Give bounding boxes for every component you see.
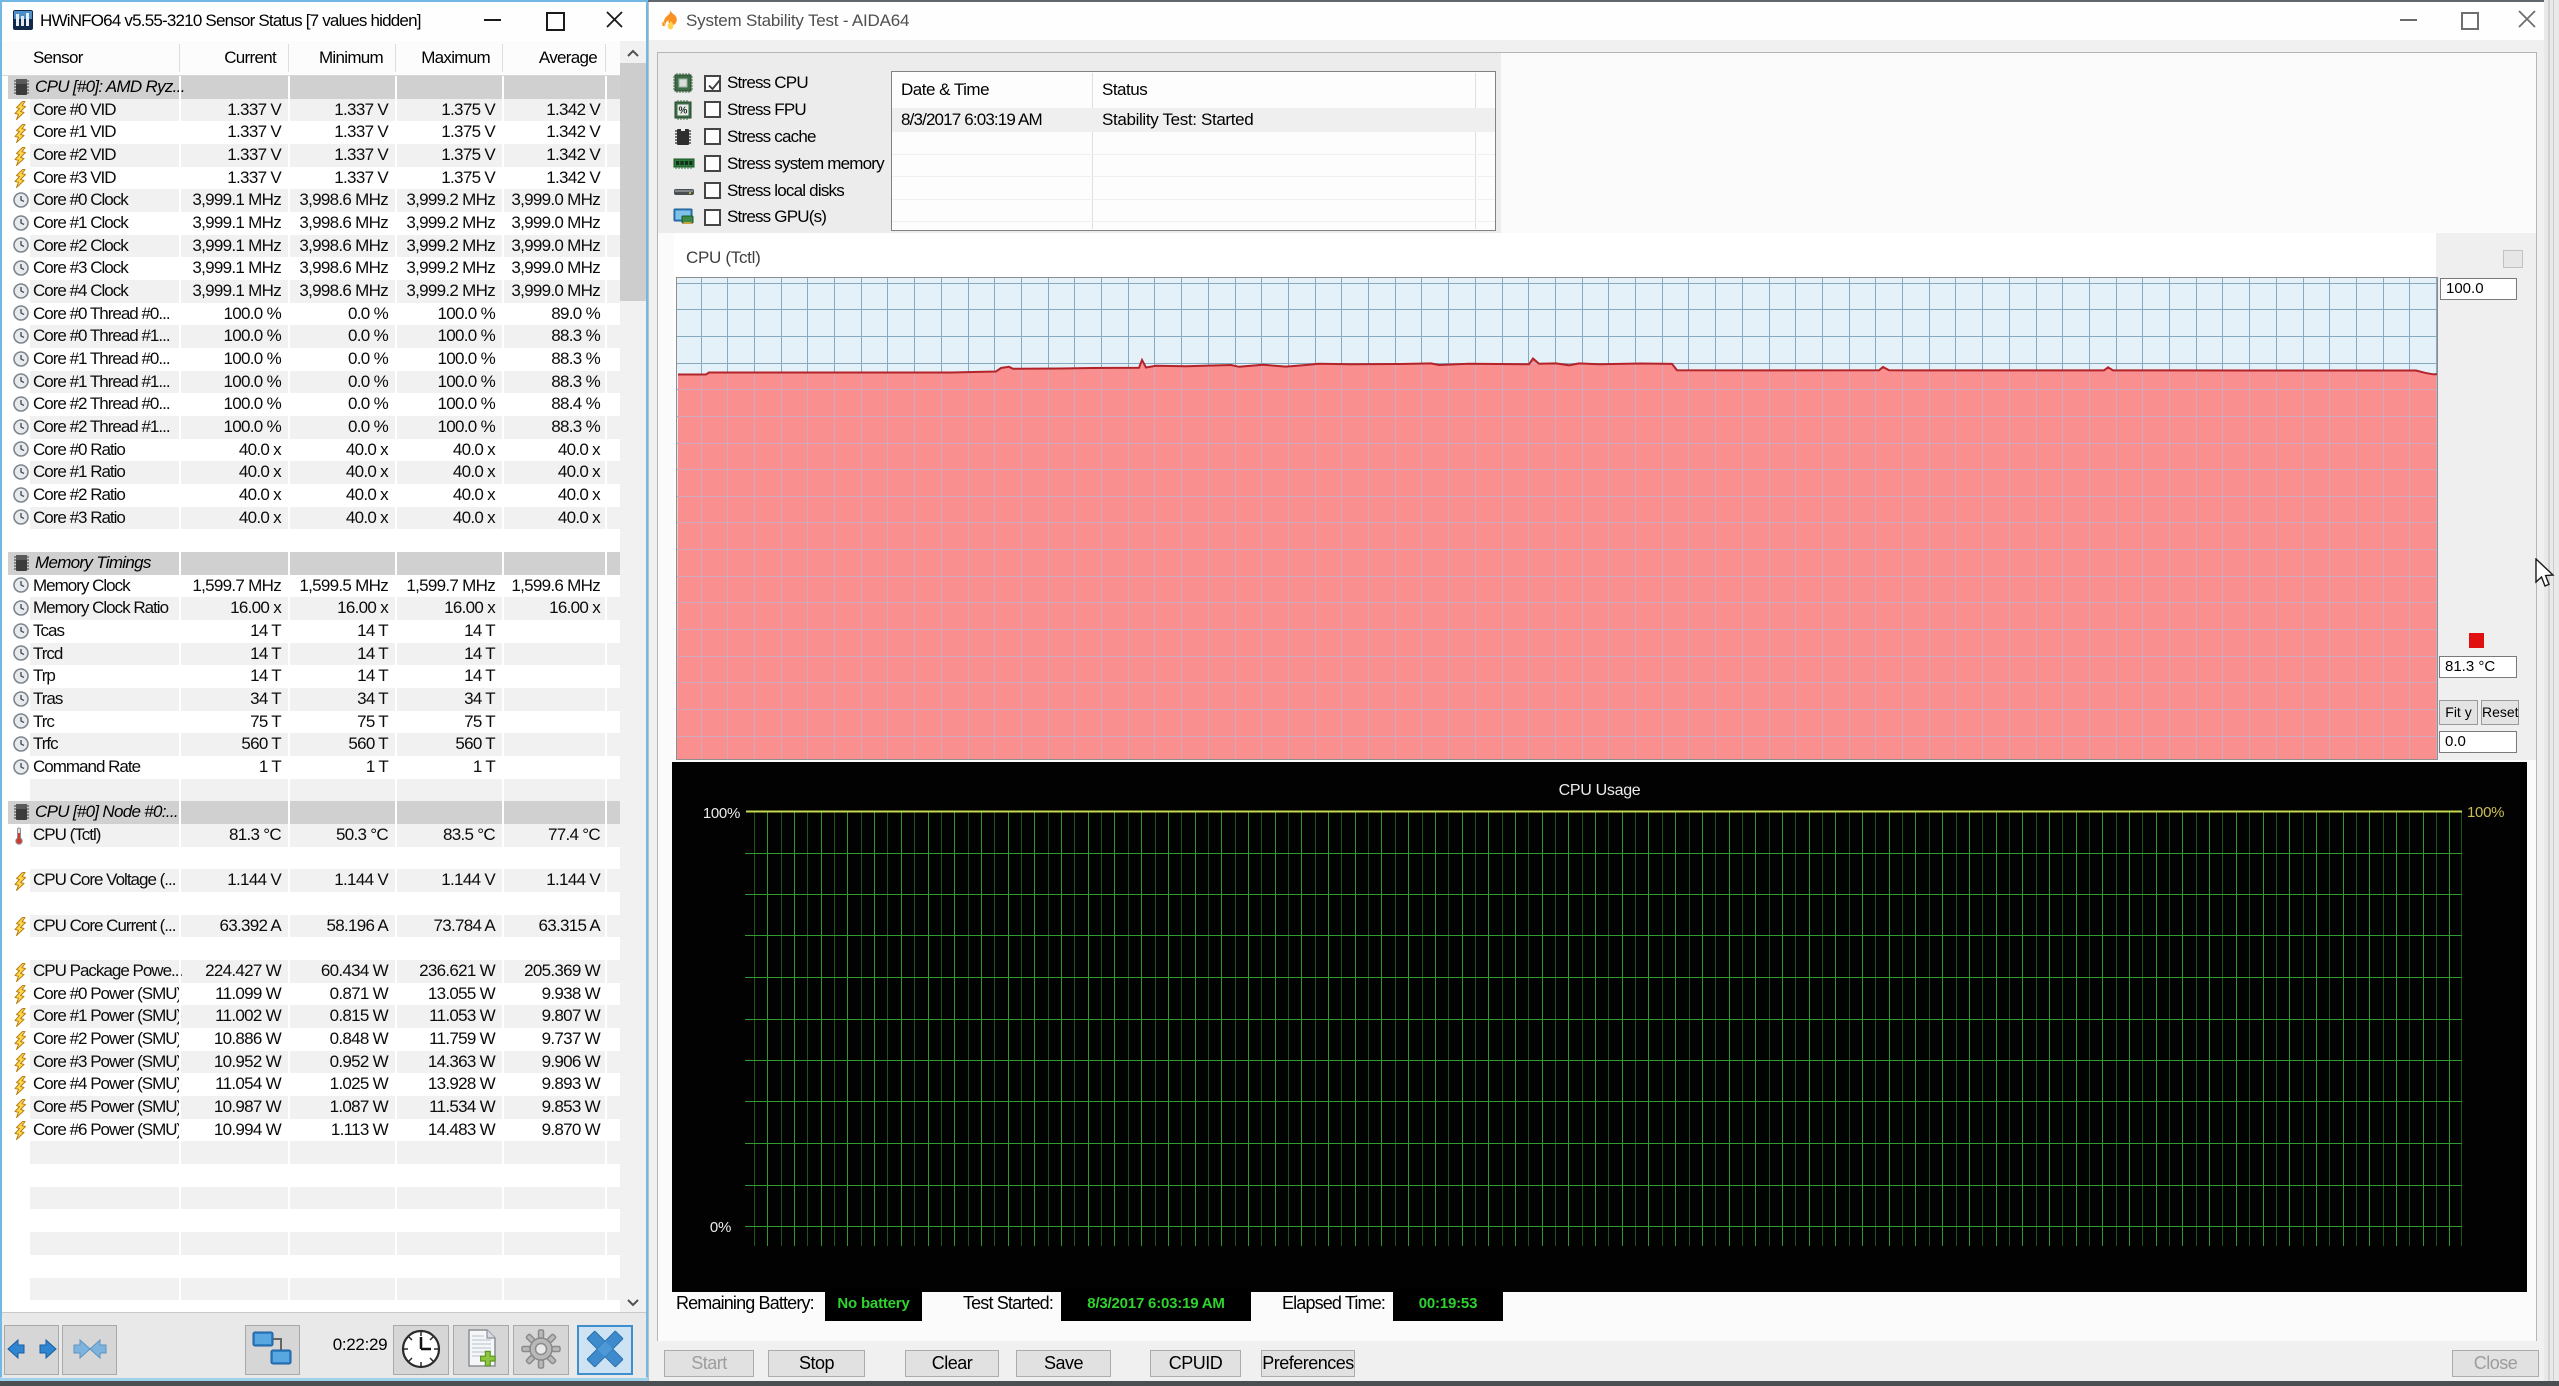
svg-text:%: %	[679, 105, 688, 116]
